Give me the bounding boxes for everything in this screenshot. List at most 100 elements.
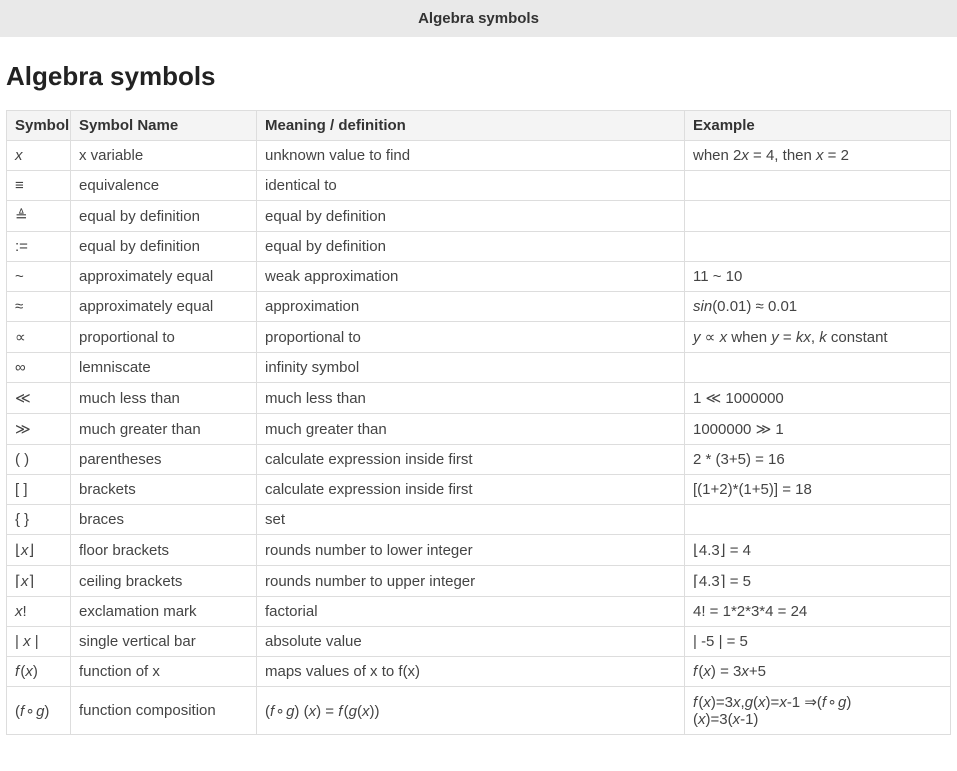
cell-example: sin(0.01) ≈ 0.01: [685, 292, 951, 322]
cell-example: [685, 201, 951, 232]
th-example: Example: [685, 111, 951, 141]
content-area: Algebra symbols Symbol Symbol Name Meani…: [0, 37, 957, 755]
cell-example: ⌊4.3⌋ = 4: [685, 535, 951, 566]
cell-definition: much less than: [257, 383, 685, 414]
table-row: { }bracesset: [7, 505, 951, 535]
cell-name: braces: [71, 505, 257, 535]
cell-symbol: ∝: [7, 322, 71, 353]
table-row: ⌊x⌋floor bracketsrounds number to lower …: [7, 535, 951, 566]
cell-symbol: ( ): [7, 445, 71, 475]
top-bar-title: Algebra symbols: [418, 10, 539, 27]
cell-name: x variable: [71, 141, 257, 171]
cell-name: function composition: [71, 687, 257, 735]
cell-definition: equal by definition: [257, 201, 685, 232]
cell-symbol: | x |: [7, 627, 71, 657]
cell-definition: maps values of x to f(x): [257, 657, 685, 687]
cell-symbol: ≜: [7, 201, 71, 232]
table-row: | x |single vertical barabsolute value| …: [7, 627, 951, 657]
top-bar: Algebra symbols: [0, 0, 957, 37]
cell-example: 4! = 1*2*3*4 = 24: [685, 597, 951, 627]
cell-definition: rounds number to lower integer: [257, 535, 685, 566]
table-row: ≪much less thanmuch less than1 ≪ 1000000: [7, 383, 951, 414]
cell-symbol: { }: [7, 505, 71, 535]
cell-definition: unknown value to find: [257, 141, 685, 171]
cell-example: y ∝ x when y = kx, k constant: [685, 322, 951, 353]
cell-name: equal by definition: [71, 232, 257, 262]
cell-example: ⌈4.3⌉ = 5: [685, 566, 951, 597]
cell-example: when 2x = 4, then x = 2: [685, 141, 951, 171]
cell-symbol: x: [7, 141, 71, 171]
cell-name: single vertical bar: [71, 627, 257, 657]
cell-example: [685, 232, 951, 262]
cell-definition: rounds number to upper integer: [257, 566, 685, 597]
cell-symbol: ∞: [7, 353, 71, 383]
cell-definition: calculate expression inside first: [257, 475, 685, 505]
cell-symbol: :=: [7, 232, 71, 262]
cell-symbol: ≪: [7, 383, 71, 414]
table-row: (f ∘ g)function composition(f ∘ g) (x) =…: [7, 687, 951, 735]
cell-example: [685, 505, 951, 535]
cell-definition: set: [257, 505, 685, 535]
cell-example: f (x)=3x,g(x)=x-1 ⇒(f ∘ g)(x)=3(x-1): [685, 687, 951, 735]
table-row: x!exclamation markfactorial4! = 1*2*3*4 …: [7, 597, 951, 627]
cell-example: [685, 171, 951, 201]
th-name: Symbol Name: [71, 111, 257, 141]
cell-example: 1000000 ≫ 1: [685, 414, 951, 445]
table-row: :=equal by definitionequal by definition: [7, 232, 951, 262]
cell-name: equivalence: [71, 171, 257, 201]
cell-name: approximately equal: [71, 262, 257, 292]
cell-name: function of x: [71, 657, 257, 687]
cell-name: exclamation mark: [71, 597, 257, 627]
cell-name: brackets: [71, 475, 257, 505]
table-row: ≜equal by definitionequal by definition: [7, 201, 951, 232]
cell-name: ceiling brackets: [71, 566, 257, 597]
table-row: xx variableunknown value to findwhen 2x …: [7, 141, 951, 171]
table-row: ⌈x⌉ceiling bracketsrounds number to uppe…: [7, 566, 951, 597]
cell-definition: (f ∘ g) (x) = f (g(x)): [257, 687, 685, 735]
cell-name: approximately equal: [71, 292, 257, 322]
cell-definition: calculate expression inside first: [257, 445, 685, 475]
cell-name: much less than: [71, 383, 257, 414]
cell-name: lemniscate: [71, 353, 257, 383]
cell-name: proportional to: [71, 322, 257, 353]
cell-symbol: ≈: [7, 292, 71, 322]
th-symbol: Symbol: [7, 111, 71, 141]
cell-definition: approximation: [257, 292, 685, 322]
cell-name: much greater than: [71, 414, 257, 445]
cell-symbol: f (x): [7, 657, 71, 687]
table-row: ≫much greater thanmuch greater than10000…: [7, 414, 951, 445]
cell-name: equal by definition: [71, 201, 257, 232]
table-row: f (x)function of xmaps values of x to f(…: [7, 657, 951, 687]
cell-definition: identical to: [257, 171, 685, 201]
cell-example: | -5 | = 5: [685, 627, 951, 657]
cell-example: f (x) = 3x+5: [685, 657, 951, 687]
page-title: Algebra symbols: [6, 61, 951, 92]
cell-symbol: ≫: [7, 414, 71, 445]
cell-name: floor brackets: [71, 535, 257, 566]
cell-symbol: x!: [7, 597, 71, 627]
th-definition: Meaning / definition: [257, 111, 685, 141]
cell-definition: absolute value: [257, 627, 685, 657]
table-row: ≈approximately equalapproximationsin(0.0…: [7, 292, 951, 322]
cell-example: 2 * (3+5) = 16: [685, 445, 951, 475]
symbols-table: Symbol Symbol Name Meaning / definition …: [6, 110, 951, 735]
cell-definition: much greater than: [257, 414, 685, 445]
table-row: ( )parenthesescalculate expression insid…: [7, 445, 951, 475]
cell-example: [685, 353, 951, 383]
cell-symbol: ≡: [7, 171, 71, 201]
cell-name: parentheses: [71, 445, 257, 475]
cell-symbol: (f ∘ g): [7, 687, 71, 735]
table-row: ∞lemniscateinfinity symbol: [7, 353, 951, 383]
cell-definition: infinity symbol: [257, 353, 685, 383]
table-row: [ ]bracketscalculate expression inside f…: [7, 475, 951, 505]
cell-example: [(1+2)*(1+5)] = 18: [685, 475, 951, 505]
cell-definition: equal by definition: [257, 232, 685, 262]
table-row: ≡equivalenceidentical to: [7, 171, 951, 201]
cell-example: 1 ≪ 1000000: [685, 383, 951, 414]
table-row: ~approximately equalweak approximation11…: [7, 262, 951, 292]
cell-symbol: ⌊x⌋: [7, 535, 71, 566]
cell-example: 11 ~ 10: [685, 262, 951, 292]
table-header-row: Symbol Symbol Name Meaning / definition …: [7, 111, 951, 141]
cell-symbol: ~: [7, 262, 71, 292]
cell-definition: factorial: [257, 597, 685, 627]
